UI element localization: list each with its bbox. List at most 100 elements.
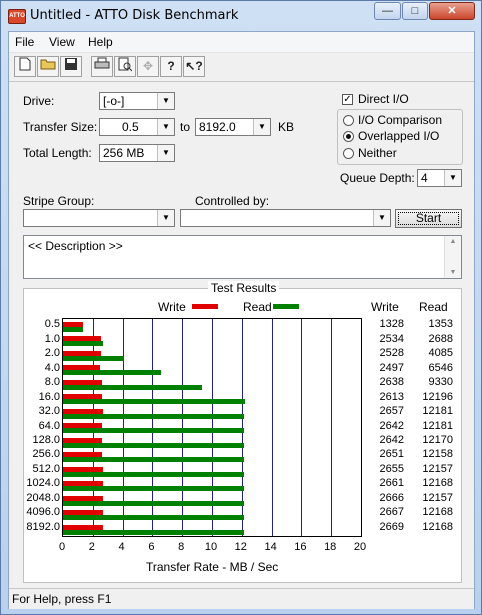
drive-label: Drive: — [23, 94, 55, 108]
controlled-by-select[interactable]: ▼ — [180, 209, 391, 227]
write-value: 2667 — [379, 506, 404, 519]
read-value: 12181 — [422, 419, 453, 432]
menu-bar: File View Help — [9, 32, 474, 53]
transfer-size-tick-label: 1.0 — [44, 332, 60, 345]
context-help-icon[interactable]: ↖? — [183, 56, 205, 77]
transfer-size-label: Transfer Size: — [23, 120, 98, 134]
transfer-size-to-select[interactable]: 8192.0 ▼ — [195, 118, 271, 136]
io-comparison-label: I/O Comparison — [358, 113, 443, 127]
x-gridline — [301, 319, 303, 536]
print-preview-icon[interactable] — [114, 56, 136, 77]
x-tick-label: 16 — [294, 541, 307, 553]
read-value: 12168 — [422, 477, 453, 490]
read-bar — [63, 500, 245, 506]
menu-view[interactable]: View — [49, 35, 75, 49]
chevron-down-icon: ▼ — [157, 210, 174, 226]
status-text: For Help, press F1 — [12, 592, 112, 606]
transfer-size-tick-label: 0.5 — [44, 318, 60, 331]
minimize-button[interactable]: — — [374, 2, 401, 20]
neither-label: Neither — [358, 146, 397, 160]
read-bar — [63, 457, 245, 463]
scroll-up-icon[interactable]: ▲ — [445, 238, 461, 245]
read-value: 12196 — [422, 390, 453, 403]
read-value: 12170 — [422, 433, 453, 446]
description-box[interactable]: << Description >> ▲ ▼ — [23, 235, 462, 279]
stripe-group-select[interactable]: ▼ — [23, 209, 175, 227]
queue-depth-select[interactable]: 4 ▼ — [417, 169, 462, 187]
new-file-icon[interactable] — [14, 56, 36, 77]
read-value: 12157 — [422, 491, 453, 504]
read-bar — [63, 399, 245, 405]
write-value: 2534 — [379, 332, 404, 345]
results-title: Test Results — [208, 281, 280, 295]
transfer-size-tick-label: 64.0 — [38, 419, 60, 432]
transfer-size-tick-label: 16.0 — [38, 390, 60, 403]
write-legend-label: Write — [158, 300, 186, 314]
move-icon[interactable]: ✥ — [137, 56, 159, 77]
x-tick-label: 4 — [118, 541, 125, 553]
to-label: to — [180, 120, 191, 134]
read-bar — [63, 486, 245, 492]
print-icon[interactable] — [91, 56, 113, 77]
overlapped-io-label: Overlapped I/O — [358, 129, 440, 143]
chevron-down-icon: ▼ — [157, 119, 174, 135]
x-tick-label: 10 — [204, 541, 218, 553]
write-value: 2661 — [379, 477, 404, 490]
scroll-down-icon[interactable]: ▼ — [445, 269, 461, 276]
menu-file[interactable]: File — [15, 35, 34, 49]
read-value: 9330 — [428, 376, 453, 389]
overlapped-io-radio[interactable] — [343, 131, 354, 142]
read-value: 12157 — [422, 462, 453, 475]
description-scrollbar[interactable]: ▲ ▼ — [444, 236, 461, 278]
read-bar — [63, 413, 245, 419]
title-bar[interactable]: ATTO Untitled - ATTO Disk Benchmark — □ … — [1, 1, 481, 31]
write-value: 2642 — [379, 419, 404, 432]
close-button[interactable]: ✕ — [429, 2, 475, 20]
transfer-size-tick-label: 4096.0 — [26, 506, 60, 519]
read-bar — [63, 384, 203, 390]
direct-io-checkbox[interactable]: ✓ — [342, 94, 353, 105]
transfer-size-tick-label: 8192.0 — [26, 520, 60, 533]
write-value: 2638 — [379, 376, 404, 389]
toolbar: ✥ ? ↖? — [9, 53, 474, 82]
x-tick-label: 2 — [88, 541, 95, 553]
controlled-by-label: Controlled by: — [195, 194, 270, 208]
read-value: 12168 — [422, 520, 453, 533]
chevron-down-icon: ▼ — [157, 93, 174, 109]
x-tick-label: 0 — [58, 541, 66, 553]
read-bar — [63, 428, 245, 434]
read-bar — [63, 442, 245, 448]
help-icon[interactable]: ? — [160, 56, 182, 77]
description-text: << Description >> — [28, 239, 123, 253]
transfer-size-from-select[interactable]: 0.5 ▼ — [99, 118, 175, 136]
total-length-select[interactable]: 256 MB ▼ — [99, 144, 175, 162]
drive-select[interactable]: [-o-] ▼ — [99, 92, 175, 110]
chevron-down-icon: ▼ — [373, 210, 390, 226]
io-comparison-radio[interactable] — [343, 115, 354, 126]
results-plot — [62, 318, 362, 537]
transfer-size-tick-label: 1024.0 — [26, 477, 60, 490]
test-results-panel: Test Results Write Read Write Read 0 2 4 6 8… — [23, 281, 462, 583]
stripe-group-label: Stripe Group: — [23, 194, 95, 208]
read-legend-swatch — [273, 304, 299, 309]
neither-radio[interactable] — [343, 148, 354, 159]
x-tick-label: 12 — [234, 541, 247, 553]
read-bar — [63, 471, 245, 477]
x-axis-label: Transfer Rate - MB / Sec — [146, 560, 279, 574]
write-value: 1328 — [379, 318, 404, 331]
write-value: 2657 — [379, 405, 404, 418]
transfer-size-tick-label: 8.0 — [44, 376, 60, 389]
read-value: 6546 — [428, 361, 453, 374]
status-bar: For Help, press F1 — [9, 588, 474, 609]
open-folder-icon[interactable] — [37, 56, 59, 77]
queue-depth-label: Queue Depth: — [340, 171, 415, 185]
write-value: 2666 — [379, 491, 404, 504]
transfer-size-tick-label: 32.0 — [38, 405, 60, 418]
save-icon[interactable] — [60, 56, 82, 77]
start-button[interactable]: Start — [395, 209, 462, 228]
write-value: 2613 — [379, 390, 404, 403]
menu-help[interactable]: Help — [88, 35, 113, 49]
atto-app-icon: ATTO — [8, 9, 26, 24]
maximize-button[interactable]: □ — [402, 2, 428, 20]
read-bar — [63, 370, 161, 376]
